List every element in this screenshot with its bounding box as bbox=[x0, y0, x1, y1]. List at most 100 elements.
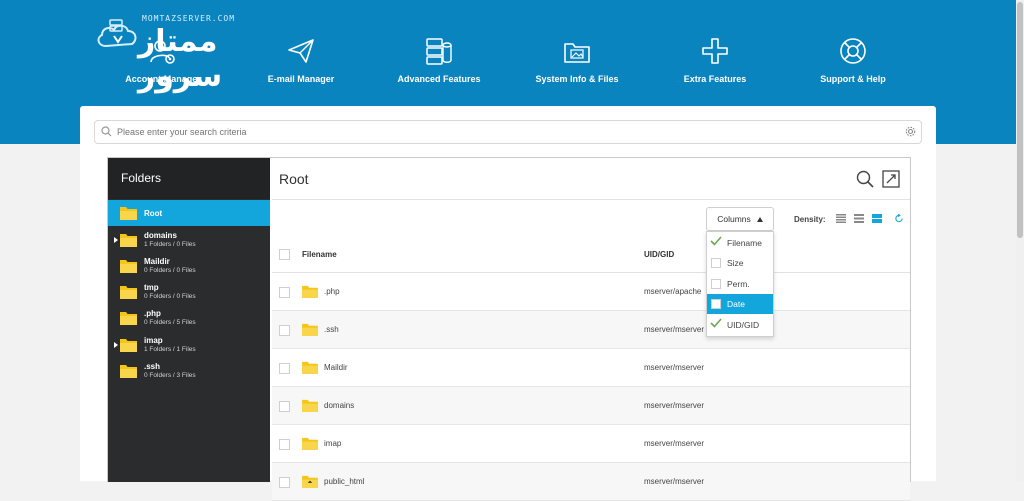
select-all-checkbox[interactable] bbox=[279, 249, 290, 260]
folder-icon bbox=[302, 361, 318, 374]
lifebuoy-icon bbox=[840, 38, 866, 64]
file-uid: mserver/apache bbox=[644, 287, 702, 296]
folder-info: 1 Folders / 1 Files bbox=[144, 346, 196, 353]
folder-icon bbox=[302, 285, 318, 298]
scrollbar-thumb[interactable] bbox=[1017, 2, 1023, 238]
file-name: Maildir bbox=[324, 363, 348, 372]
column-checkbox[interactable] bbox=[711, 279, 721, 289]
table-row[interactable]: .ssh mserver/mserver bbox=[272, 311, 910, 349]
folder-icon bbox=[120, 286, 137, 299]
fullscreen-icon[interactable] bbox=[882, 170, 900, 188]
file-uid: mserver/mserver bbox=[644, 325, 705, 334]
column-option-label: Date bbox=[727, 299, 745, 309]
search-icon[interactable] bbox=[856, 170, 874, 188]
columns-button[interactable]: Columns bbox=[706, 207, 774, 231]
table-header: Filename UID/GID bbox=[272, 236, 910, 273]
density-comfortable-icon[interactable] bbox=[872, 214, 882, 223]
nav-label: System Info & Files bbox=[535, 74, 619, 84]
table-row[interactable]: Maildir mserver/mserver bbox=[272, 349, 910, 387]
table-row[interactable]: domains mserver/mserver bbox=[272, 387, 910, 425]
file-name: imap bbox=[324, 439, 342, 448]
file-list-header: Root bbox=[272, 158, 910, 200]
column-header-uid[interactable]: UID/GID bbox=[644, 250, 674, 259]
refresh-icon[interactable] bbox=[894, 214, 904, 223]
file-uid: mserver/mserver bbox=[644, 477, 705, 486]
columns-dropdown-menu: Filename Size Perm. Date UID/GID bbox=[706, 231, 774, 337]
nav-label: Account Manager bbox=[125, 74, 201, 84]
column-checkbox[interactable] bbox=[711, 258, 721, 268]
column-option-date[interactable]: Date bbox=[707, 294, 773, 314]
nav-support-help[interactable]: Support & Help bbox=[810, 36, 896, 84]
row-checkbox[interactable] bbox=[279, 401, 290, 412]
folder-info: 0 Folders / 3 Files bbox=[144, 372, 196, 379]
column-option-filename[interactable]: Filename bbox=[707, 233, 773, 253]
density-label: Density: bbox=[794, 215, 826, 224]
gear-icon[interactable] bbox=[905, 126, 916, 137]
file-table: Filename UID/GID .php mserver/apache .ss… bbox=[272, 236, 910, 501]
folder-item-domains[interactable]: domains 1 Folders / 0 Files bbox=[108, 227, 270, 253]
file-list-toolbar: Columns Density: bbox=[272, 200, 910, 236]
density-standard-icon[interactable] bbox=[854, 214, 864, 223]
column-option-label: Perm. bbox=[727, 279, 750, 289]
nav-label: E-mail Manager bbox=[267, 74, 335, 84]
nav-email-manager[interactable]: E-mail Manager bbox=[258, 36, 344, 84]
nav-system-info-files[interactable]: System Info & Files bbox=[534, 36, 620, 84]
nav-account-manager[interactable]: Account Manager bbox=[120, 36, 206, 84]
row-checkbox[interactable] bbox=[279, 477, 290, 488]
column-option-perm[interactable]: Perm. bbox=[707, 274, 773, 294]
file-uid: mserver/mserver bbox=[644, 363, 705, 372]
row-checkbox[interactable] bbox=[279, 439, 290, 450]
column-option-label: Size bbox=[727, 258, 744, 268]
folder-icon bbox=[120, 207, 137, 220]
plus-icon bbox=[702, 38, 728, 64]
search-icon bbox=[101, 126, 112, 137]
folder-info: 0 Folders / 0 Files bbox=[144, 293, 196, 300]
folder-icon bbox=[302, 437, 318, 450]
column-checkbox[interactable] bbox=[711, 299, 721, 309]
folder-item-ssh[interactable]: .ssh 0 Folders / 3 Files bbox=[108, 358, 270, 384]
search-bar[interactable] bbox=[94, 120, 922, 144]
folder-info: 1 Folders / 0 Files bbox=[144, 241, 196, 248]
expand-arrow-icon[interactable] bbox=[114, 237, 118, 243]
folder-item-php[interactable]: .php 0 Folders / 5 Files bbox=[108, 305, 270, 331]
row-checkbox[interactable] bbox=[279, 287, 290, 298]
folder-icon bbox=[120, 234, 137, 247]
column-option-label: UID/GID bbox=[727, 320, 760, 330]
file-name: .php bbox=[324, 287, 340, 296]
folder-item-imap[interactable]: imap 1 Folders / 1 Files bbox=[108, 332, 270, 358]
folder-item-maildir[interactable]: Maildir 0 Folders / 0 Files bbox=[108, 253, 270, 279]
brand-url: MOMTAZSERVER.COM bbox=[142, 14, 236, 23]
folder-info: 0 Folders / 0 Files bbox=[144, 267, 196, 274]
file-uid: mserver/mserver bbox=[644, 401, 705, 410]
folder-icon bbox=[120, 312, 137, 325]
folder-image-icon bbox=[564, 43, 590, 63]
web-folder-icon bbox=[302, 475, 318, 488]
table-row[interactable]: imap mserver/mserver bbox=[272, 425, 910, 463]
folder-icon bbox=[120, 260, 137, 273]
folder-item-tmp[interactable]: tmp 0 Folders / 0 Files bbox=[108, 279, 270, 305]
content-panel: Folders Root domains 1 Folders / 0 Files… bbox=[80, 106, 936, 501]
folder-name: Maildir bbox=[144, 257, 170, 266]
column-option-uid[interactable]: UID/GID bbox=[707, 315, 773, 335]
folder-item-root[interactable]: Root bbox=[108, 200, 270, 226]
page-scrollbar[interactable] bbox=[1016, 0, 1024, 481]
row-checkbox[interactable] bbox=[279, 363, 290, 374]
folders-sidebar: Folders Root domains 1 Folders / 0 Files… bbox=[108, 158, 270, 482]
nav-label: Extra Features bbox=[683, 74, 747, 84]
nav-extra-features[interactable]: Extra Features bbox=[672, 36, 758, 84]
column-option-size[interactable]: Size bbox=[707, 253, 773, 273]
paper-plane-icon bbox=[288, 39, 314, 63]
table-row[interactable]: .php mserver/apache bbox=[272, 273, 910, 311]
column-header-filename[interactable]: Filename bbox=[302, 250, 337, 259]
caret-up-icon bbox=[756, 217, 763, 223]
folder-name: .ssh bbox=[144, 362, 161, 371]
server-database-icon bbox=[426, 38, 452, 65]
account-gear-icon bbox=[150, 40, 175, 64]
row-checkbox[interactable] bbox=[279, 325, 290, 336]
table-row[interactable]: public_html mserver/mserver bbox=[272, 463, 910, 501]
file-name: domains bbox=[324, 401, 355, 410]
search-input[interactable] bbox=[115, 123, 879, 141]
expand-arrow-icon[interactable] bbox=[114, 342, 118, 348]
nav-advanced-features[interactable]: Advanced Features bbox=[396, 36, 482, 84]
density-compact-icon[interactable] bbox=[836, 214, 846, 223]
